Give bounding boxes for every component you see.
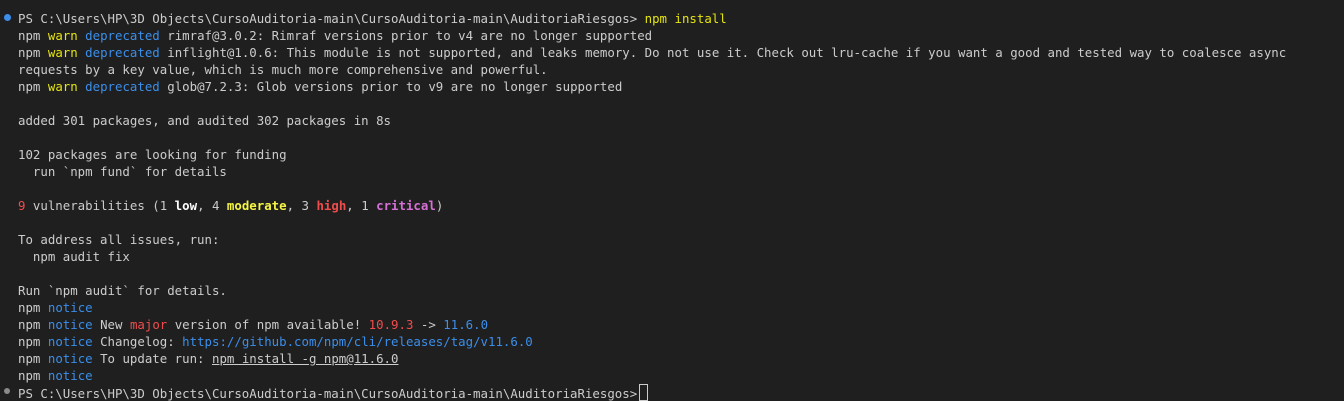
npm-label: npm — [18, 351, 41, 366]
notice-text: -> — [413, 317, 444, 332]
notice-label: notice — [47, 300, 93, 315]
warn-message: rimraf@3.0.2: Rimraf versions prior to v… — [167, 28, 653, 43]
added-summary: added 301 packages, and audited 302 pack… — [18, 113, 391, 128]
prompt-path: PS C:\Users\HP\3D Objects\CursoAuditoria… — [18, 386, 638, 401]
vuln-text: , 1 — [346, 198, 377, 213]
notice-text: version of npm available! — [167, 317, 369, 332]
severity-low: low — [174, 198, 198, 213]
prompt-line: PS C:\Users\HP\3D Objects\CursoAuditoria… — [18, 384, 1344, 401]
notice-text: Changelog: — [92, 334, 183, 349]
update-command[interactable]: npm install -g npm@11.6.0 — [212, 351, 399, 366]
current-version: 10.9.3 — [368, 317, 414, 332]
vuln-text: , 4 — [197, 198, 227, 213]
latest-version: 11.6.0 — [443, 317, 489, 332]
prompt-line: PS C:\Users\HP\3D Objects\CursoAuditoria… — [18, 10, 1344, 27]
severity-critical: critical — [376, 198, 436, 213]
warn-line: npm warn deprecated inflight@1.0.6: This… — [18, 44, 1336, 78]
deprecated-label: deprecated — [85, 45, 160, 60]
run-audit-line: Run `npm audit` for details. — [18, 283, 227, 298]
audit-fix-command: npm audit fix — [18, 249, 130, 264]
notice-line: npm notice — [18, 299, 1344, 316]
warn-label: warn — [47, 28, 78, 43]
vuln-text: , 3 — [286, 198, 317, 213]
command-status-dot-icon[interactable] — [4, 14, 11, 21]
notice-text: To update run: — [92, 351, 212, 366]
npm-label: npm — [18, 368, 41, 383]
command-text: npm install — [644, 11, 727, 26]
prompt-status-dot-icon[interactable] — [4, 388, 10, 394]
funding-line: 102 packages are looking for funding — [18, 147, 287, 162]
prompt-path: PS C:\Users\HP\3D Objects\CursoAuditoria… — [18, 11, 638, 26]
notice-label: notice — [47, 334, 93, 349]
major-label: major — [129, 317, 168, 332]
notice-line: npm notice To update run: npm install -g… — [18, 350, 1344, 367]
warn-label: warn — [47, 79, 78, 94]
npm-label: npm — [18, 45, 41, 60]
notice-label: notice — [47, 351, 93, 366]
notice-line: npm notice — [18, 367, 1344, 384]
deprecated-label: deprecated — [85, 28, 160, 43]
warn-line: npm warn deprecated glob@7.2.3: Glob ver… — [18, 78, 1344, 95]
npm-label: npm — [18, 317, 41, 332]
vuln-text: ) — [435, 198, 444, 213]
npm-label: npm — [18, 334, 41, 349]
notice-text: New — [92, 317, 130, 332]
terminal-panel[interactable]: PS C:\Users\HP\3D Objects\CursoAuditoria… — [0, 0, 1344, 401]
npm-label: npm — [18, 28, 41, 43]
warn-line: npm warn deprecated rimraf@3.0.2: Rimraf… — [18, 27, 1344, 44]
notice-line: npm notice New major version of npm avai… — [18, 316, 1344, 333]
changelog-link[interactable]: https://github.com/npm/cli/releases/tag/… — [182, 334, 533, 349]
severity-high: high — [316, 198, 347, 213]
text-cursor[interactable] — [639, 384, 649, 401]
address-line: To address all issues, run: — [18, 232, 220, 247]
warn-message: glob@7.2.3: Glob versions prior to v9 ar… — [167, 79, 623, 94]
funding-hint: run `npm fund` for details — [18, 164, 227, 179]
npm-label: npm — [18, 300, 41, 315]
warn-message: inflight@1.0.6: This module is not suppo… — [18, 45, 1287, 77]
severity-moderate: moderate — [226, 198, 287, 213]
vulnerabilities-line: 9 vulnerabilities (1 low, 4 moderate, 3 … — [18, 197, 1344, 214]
notice-line: npm notice Changelog: https://github.com… — [18, 333, 1344, 350]
warn-label: warn — [47, 45, 78, 60]
npm-label: npm — [18, 79, 41, 94]
vuln-text: vulnerabilities (1 — [25, 198, 175, 213]
notice-label: notice — [47, 368, 93, 383]
deprecated-label: deprecated — [85, 79, 160, 94]
notice-label: notice — [47, 317, 93, 332]
